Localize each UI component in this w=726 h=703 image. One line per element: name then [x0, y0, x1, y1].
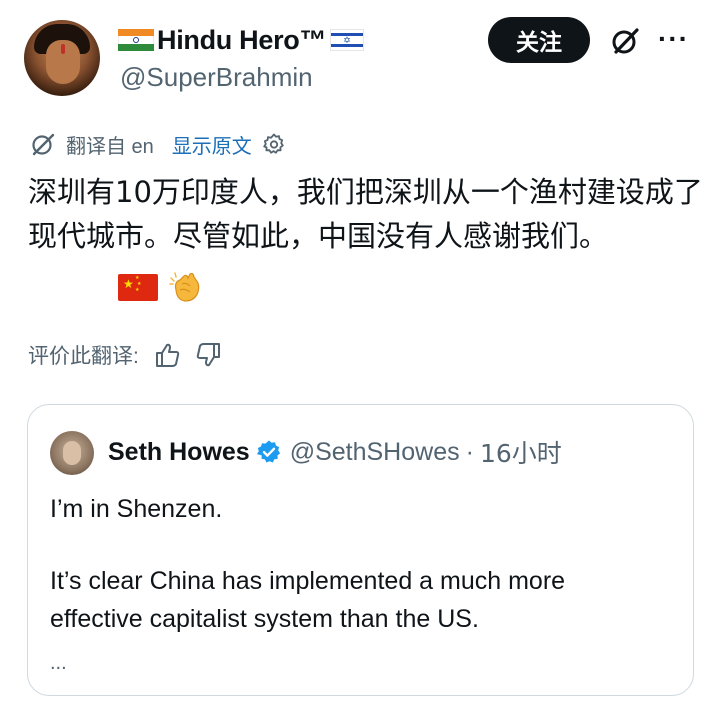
quoted-tweet-line-3: effective capitalist system than the US.: [50, 605, 479, 633]
rate-translation-label: 评价此翻译:: [28, 345, 139, 368]
quoted-tweet-header: Seth Howes @SethSHowes · 16小时: [108, 435, 562, 469]
quoted-tweet-card[interactable]: Seth Howes @SethSHowes · 16小时 I’m in She…: [27, 404, 694, 696]
author-name-row[interactable]: Hindu Hero™ ✡: [118, 24, 365, 56]
tweet-emojis: ★ ★ ★ ★: [118, 270, 204, 304]
translate-icon: [32, 133, 55, 156]
rate-translation-row: 评价此翻译:: [28, 340, 223, 370]
translated-from-label: 翻译自 en: [66, 135, 154, 158]
quoted-tweet-time[interactable]: 16小时: [480, 434, 562, 470]
israel-flag-icon: ✡: [330, 29, 365, 51]
quoted-author-avatar[interactable]: [50, 431, 94, 475]
tweet-text: 深圳有10万印度人，我们把深圳从一个渔村建设成了现代城市。尽管如此，中国没有人感…: [28, 175, 703, 253]
header-separator: ·: [465, 437, 474, 466]
grok-icon[interactable]: [610, 26, 640, 56]
thumbs-down-icon[interactable]: [195, 341, 223, 369]
china-flag-icon: ★ ★ ★ ★: [118, 273, 158, 301]
thumbs-up-icon[interactable]: [153, 341, 181, 369]
quoted-tweet-ellipsis: ...: [50, 652, 67, 674]
quoted-tweet-line-2: It’s clear China has implemented a much …: [50, 567, 566, 595]
gear-icon[interactable]: [262, 132, 286, 156]
clapping-hands-icon: [169, 272, 200, 302]
profile-avatar[interactable]: [24, 20, 100, 96]
follow-button[interactable]: 关注: [488, 17, 590, 63]
show-original-link[interactable]: 显示原文: [172, 130, 252, 159]
more-options-icon[interactable]: ···: [658, 24, 689, 54]
author-handle[interactable]: @SuperBrahmin: [120, 62, 313, 93]
quoted-author-handle[interactable]: @SethSHowes: [290, 438, 460, 467]
quoted-tweet-line-1: I’m in Shenzen.: [50, 495, 223, 523]
quoted-author-name[interactable]: Seth Howes: [108, 438, 250, 467]
verified-badge-icon: [256, 440, 280, 463]
author-display-name[interactable]: Hindu Hero™: [157, 25, 327, 56]
india-flag-icon: [118, 29, 154, 51]
translation-row: 翻译自 en 显示原文: [30, 130, 286, 158]
